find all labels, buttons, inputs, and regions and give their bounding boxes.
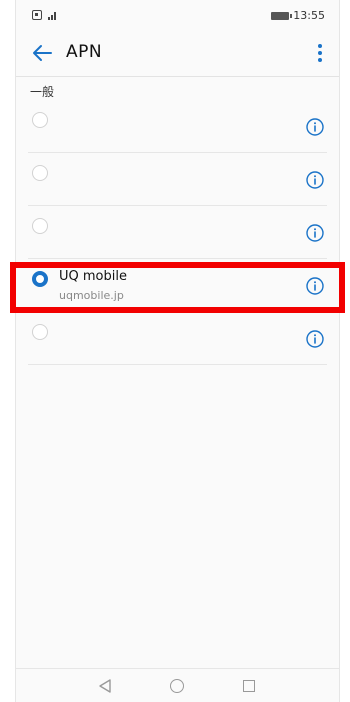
radio-button[interactable] [32,165,48,181]
radio-button-selected[interactable] [32,271,48,287]
info-icon[interactable] [306,171,324,189]
apn-list: UQ mobile uqmobile.jp [10,100,345,365]
info-icon[interactable] [306,224,324,242]
header-divider [16,76,339,77]
row-divider [28,364,327,365]
apn-item[interactable] [16,100,339,153]
info-icon[interactable] [306,118,324,136]
page-title: APN [66,42,103,62]
status-right: 13:55 [271,9,325,22]
back-arrow-icon[interactable] [31,43,53,63]
apn-item[interactable] [16,312,339,365]
status-left [32,10,56,20]
radio-button[interactable] [32,112,48,128]
nav-back-icon[interactable] [98,679,112,693]
status-bar: 13:55 [16,0,339,34]
battery-icon [271,11,293,20]
signal-icon [48,10,56,20]
radio-button[interactable] [32,324,48,340]
nav-recent-icon[interactable] [243,680,255,692]
app-bar: APN [16,34,339,72]
navigation-bar [16,669,339,702]
more-vert-icon[interactable] [317,44,323,62]
info-icon[interactable] [306,277,324,295]
status-time: 13:55 [293,9,325,22]
phone-screen: 13:55 APN 一般 UQ mobile uqmobile.jp [10,0,345,702]
radio-button[interactable] [32,218,48,234]
apn-value: uqmobile.jp [59,289,124,302]
apn-item[interactable] [16,153,339,206]
nav-home-icon[interactable] [170,679,184,693]
apn-item[interactable] [16,206,339,259]
section-label: 一般 [30,85,55,99]
apn-name: UQ mobile [59,269,127,284]
apn-item-uq-mobile[interactable]: UQ mobile uqmobile.jp [10,259,345,313]
sim-icon [32,10,42,20]
info-icon[interactable] [306,330,324,348]
